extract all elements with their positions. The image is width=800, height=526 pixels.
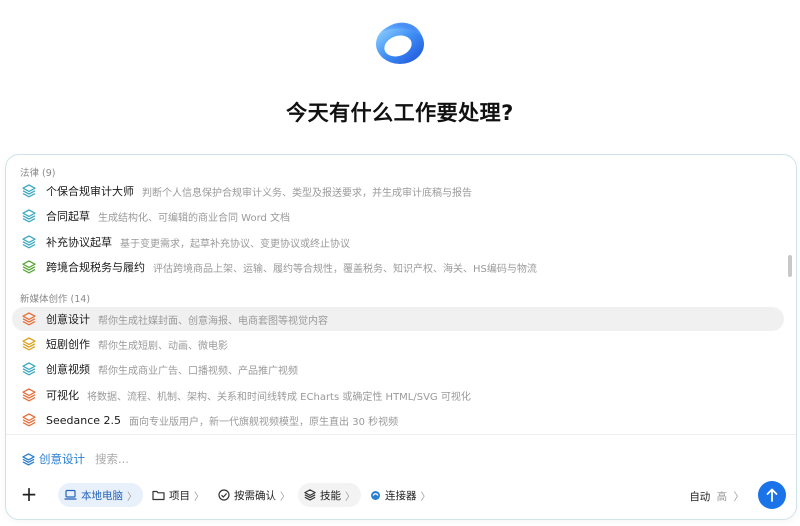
auto-mode-label: 自动 <box>689 491 711 503</box>
skill-name: 补充协议起草 <box>46 236 112 249</box>
skills-button[interactable]: 技能 〉 <box>298 483 361 507</box>
app-logo-icon <box>376 22 424 64</box>
list-item[interactable]: 创意视频 帮你生成商业广告、口播视频、产品推广视频 <box>12 357 784 381</box>
local-computer-button[interactable]: 本地电脑 〉 <box>58 483 143 507</box>
confirm-on-demand-button[interactable]: 按需确认 〉 <box>212 483 296 507</box>
project-label: 项目 <box>169 489 190 502</box>
auto-mode-selector[interactable]: 自动 高 〉 <box>689 489 744 504</box>
arrow-up-icon <box>766 488 778 502</box>
check-circle-icon <box>218 489 230 501</box>
connector-button[interactable]: 连接器 〉 <box>364 483 437 507</box>
add-button[interactable]: + <box>18 484 40 506</box>
skill-name: 短剧创作 <box>46 338 90 351</box>
skill-list[interactable]: 法律 (9) 个保合规审计大师 判断个人信息保护合规审计义务、类型及报送要求，并… <box>6 155 796 435</box>
skills-label: 技能 <box>320 489 341 502</box>
layers-icon <box>22 209 36 223</box>
chevron-right-icon: 〉 <box>345 491 355 503</box>
layers-icon <box>22 235 36 249</box>
project-button[interactable]: 项目 〉 <box>146 483 210 507</box>
chevron-right-icon: 〉 <box>733 491 745 503</box>
page-headline: 今天有什么工作要处理? <box>286 101 514 125</box>
chevron-right-icon: 〉 <box>420 491 431 503</box>
skill-description: 评估跨境商品上架、运输、履约等合规性，覆盖税务、知识产权、海关、HS编码与物流 <box>153 263 537 275</box>
layers-icon <box>22 312 36 326</box>
list-item[interactable]: 创意设计 帮你生成社媒封面、创意海报、电商套图等视觉内容 <box>12 307 784 331</box>
skill-name: 合同起草 <box>46 210 90 223</box>
group-header-new-media: 新媒体创作 (14) <box>20 294 91 305</box>
skill-description: 生成结构化、可编辑的商业合同 Word 文档 <box>98 212 291 224</box>
layers-icon <box>22 337 36 351</box>
skill-name: 跨境合规税务与履约 <box>46 261 145 274</box>
local-computer-label: 本地电脑 <box>81 489 123 502</box>
folder-icon <box>152 490 165 501</box>
send-button[interactable] <box>758 481 786 509</box>
list-item[interactable]: 个保合规审计大师 判断个人信息保护合规审计义务、类型及报送要求，并生成审计底稿与… <box>12 179 784 203</box>
skill-description: 帮你生成社媒封面、创意海报、电商套图等视觉内容 <box>98 315 328 327</box>
skill-name: 个保合规审计大师 <box>46 185 134 198</box>
composer-toolbar: + 本地电脑 〉 项目 〉 按需确认 〉 技能 〉 连接器 〉 自动 高 〉 <box>16 481 788 509</box>
list-item[interactable]: 可视化 将数据、流程、机制、架构、关系和时间线转成 ECharts 或确定性 H… <box>12 383 784 407</box>
list-item[interactable]: Seedance 2.5 面向专业版用户，新一代旗舰视频模型，原生直出 30 秒… <box>12 408 784 432</box>
skill-description: 帮你生成短剧、动画、微电影 <box>98 340 228 352</box>
auto-level-label: 高 <box>716 491 728 503</box>
layers-icon <box>22 184 36 198</box>
confirm-on-demand-label: 按需确认 <box>234 489 276 502</box>
layers-icon <box>22 260 36 274</box>
connector-icon <box>371 490 380 500</box>
list-item[interactable]: 补充协议起草 基于变更需求，起草补充协议、变更协议或终止协议 <box>12 230 784 254</box>
skill-description: 判断个人信息保护合规审计义务、类型及报送要求，并生成审计底稿与报告 <box>142 187 472 199</box>
skill-name: 创意视频 <box>46 363 90 376</box>
skill-name: 创意设计 <box>46 313 90 326</box>
chevron-right-icon: 〉 <box>280 491 290 503</box>
layers-icon <box>22 362 36 376</box>
list-item[interactable]: 合同起草 生成结构化、可编辑的商业合同 Word 文档 <box>12 204 784 228</box>
list-item[interactable]: 跨境合规税务与履约 评估跨境商品上架、运输、履约等合规性，覆盖税务、知识产权、海… <box>12 255 784 279</box>
skill-description: 基于变更需求，起草补充协议、变更协议或终止协议 <box>120 238 350 250</box>
skill-description: 面向专业版用户，新一代旗舰视频模型，原生直出 30 秒视频 <box>129 416 399 428</box>
skill-description: 将数据、流程、机制、架构、关系和时间线转成 ECharts 或确定性 HTML/… <box>87 391 471 403</box>
skill-composer-panel: 法律 (9) 个保合规审计大师 判断个人信息保护合规审计义务、类型及报送要求，并… <box>5 154 797 520</box>
search-input[interactable] <box>95 452 495 466</box>
chevron-right-icon: 〉 <box>194 491 204 503</box>
group-header-legal: 法律 (9) <box>20 168 56 179</box>
selected-skill-label: 创意设计 <box>39 452 85 466</box>
list-item[interactable]: 短剧创作 帮你生成短剧、动画、微电影 <box>12 332 784 356</box>
skill-name: Seedance 2.5 <box>46 413 122 427</box>
scrollbar-thumb[interactable] <box>788 255 792 277</box>
connector-label: 连接器 <box>385 489 417 502</box>
skill-name: 可视化 <box>46 389 79 402</box>
layers-icon <box>22 413 36 427</box>
layers-icon <box>304 489 316 501</box>
layers-icon <box>22 388 36 402</box>
composer-input-row: 创意设计 <box>22 449 495 469</box>
selected-skill-chip[interactable]: 创意设计 <box>22 451 85 467</box>
skill-description: 帮你生成商业广告、口播视频、产品推广视频 <box>98 365 298 377</box>
chevron-right-icon: 〉 <box>127 491 137 503</box>
layers-icon <box>22 452 35 466</box>
laptop-icon <box>64 489 77 500</box>
